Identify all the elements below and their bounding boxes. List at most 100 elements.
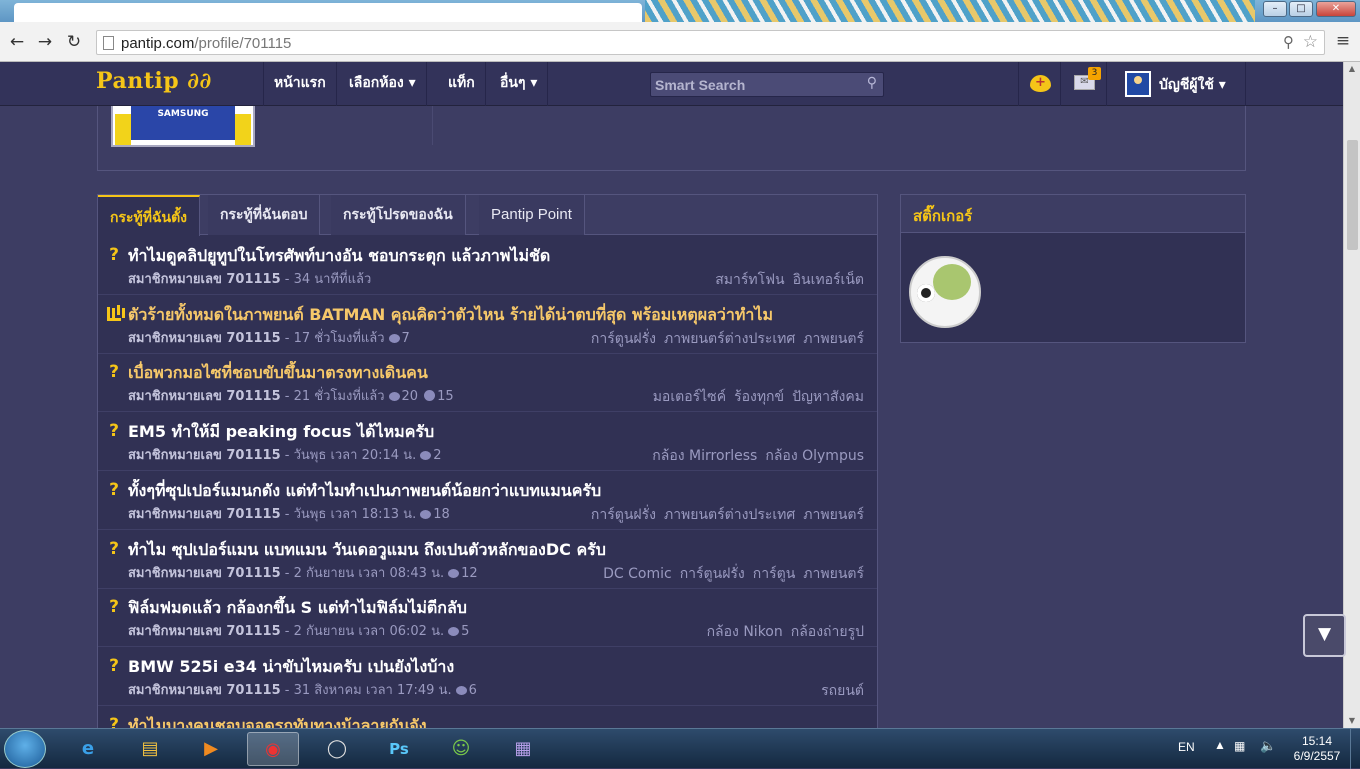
tag-link[interactable]: กล้อง Olympus [765,448,864,464]
topic-author[interactable]: สมาชิกหมายเลข 701115 [128,331,281,346]
tab-my-replies[interactable]: กระทู้ที่ฉันตอบ [208,195,321,235]
topic-row[interactable]: ? ทำไมบางคนชอบจอดรถทับทางม้าลายกันจัง [98,706,877,728]
tag-link[interactable]: ร้องทุกข์ [734,389,784,405]
tag-link[interactable]: ภาพยนตร์ [803,566,864,582]
tag-link[interactable]: อินเทอร์เน็ต [793,272,864,288]
tag-link[interactable]: กล้อง Mirrorless [652,448,757,464]
search-icon[interactable]: ⚲ [867,75,877,91]
topic-author[interactable]: สมาชิกหมายเลข 701115 [128,683,281,698]
nav-more[interactable]: อื่นๆ ▾ [490,62,549,106]
volume-icon[interactable]: 🔈 [1260,738,1276,754]
search-input[interactable] [651,73,851,96]
tag-link[interactable]: ภาพยนตร์ [803,507,864,523]
topic-author[interactable]: สมาชิกหมายเลข 701115 [128,507,281,522]
media-player-icon[interactable]: ▶ [185,732,237,766]
topic-author[interactable]: สมาชิกหมายเลข 701115 [128,389,281,404]
explorer-icon[interactable]: ▤ [124,732,176,766]
close-window-button[interactable]: ✕ [1316,1,1356,17]
clock[interactable]: 15:14 6/9/2557 [1286,734,1348,764]
topic-title[interactable]: ตัวร้ายทั้งหมดในภาพยนต์ BATMAN คุณคิดว่า… [128,303,868,328]
language-indicator[interactable]: EN [1178,740,1195,754]
topic-author[interactable]: สมาชิกหมายเลข 701115 [128,624,281,639]
mail-button[interactable]: ✉ 3 [1060,62,1106,106]
topic-row[interactable]: ? EM5 ทำให้มี peaking focus ได้ไหมครับ สมา… [98,412,877,472]
tab-my-topics[interactable]: กระทู้ที่ฉันตั้ง [98,195,201,236]
nav-tags[interactable]: แท็ก [438,62,486,106]
tag-link[interactable]: รถยนต์ [821,683,864,699]
forward-icon[interactable]: → [34,31,56,53]
topic-time: - 21 ชั่วโมงที่แล้ว [284,389,385,405]
tag-link[interactable]: สมาร์ทโฟน [715,272,784,288]
tray-arrow-icon[interactable]: ▲ [1214,738,1226,752]
topic-title[interactable]: ทำไมดูคลิปยูทูปในโทรศัพท์บางอัน ชอบกระตุ… [128,244,868,269]
bookmark-star-icon[interactable]: ☆ [1303,32,1318,52]
topic-author[interactable]: สมาชิกหมายเลข 701115 [128,272,281,287]
show-desktop-button[interactable] [1350,729,1360,769]
question-icon: ? [109,714,119,728]
winrar-icon[interactable]: ▦ [497,732,549,766]
tag-link[interactable]: การ์ตูนฝรั่ง [591,507,656,523]
topic-meta: สมาชิกหมายเลข 701115 - วันพุธ เวลา 20:14… [128,444,441,465]
ie-icon[interactable]: e [62,732,114,766]
account-menu[interactable]: บัญชีผู้ใช้ ▾ [1106,62,1246,106]
tag-link[interactable]: การ์ตูนฝรั่ง [591,331,656,347]
tag-link[interactable]: การ์ตูน [753,566,796,582]
tag-link[interactable]: DC Comic [603,566,672,582]
maximize-button[interactable]: □ [1289,1,1313,17]
comment-icon [448,627,460,637]
topic-title[interactable]: ทั้งๆที่ซุปเปอร์แมนกดัง แต่ทำไมทำเปนภาพย… [128,479,868,504]
browser-menu-icon[interactable]: ≡ [1333,31,1353,51]
sticker-image[interactable] [909,256,981,328]
topic-tags: การ์ตูนฝรั่ง ภาพยนตร์ต่างประเทศ ภาพยนตร์ [583,504,864,526]
topic-author[interactable]: สมาชิกหมายเลข 701115 [128,566,281,581]
tag-link[interactable]: ภาพยนตร์ต่างประเทศ [664,331,795,347]
topic-title[interactable]: ทำไม ซุปเปอร์แมน แบทแมน วันเดอวูแมน ถึงเ… [128,538,868,563]
topic-row[interactable]: ? ฟิล์มฟมดแล้ว กล้องกขึ้น S แต่ทำไมฟิล์มไ… [98,588,877,648]
profile-avatar[interactable]: SAMSUNG [111,104,255,147]
topic-row[interactable]: ตัวร้ายทั้งหมดในภาพยนต์ BATMAN คุณคิดว่า… [98,295,877,354]
messenger-icon[interactable]: ☺ [435,732,487,766]
chat-button[interactable]: + [1018,62,1060,106]
topic-title[interactable]: ทำไมบางคนชอบจอดรถทับทางม้าลายกันจัง [128,714,868,728]
tag-link[interactable]: ปัญหาสังคม [792,389,864,405]
topic-title[interactable]: BMW 525i e34 น่าขับไหมครับ เปนยังไงบ้าง [128,655,868,680]
tag-link[interactable]: ภาพยนตร์ [803,331,864,347]
back-icon[interactable]: ← [6,31,28,53]
topic-row[interactable]: ? ทำไมดูคลิปยูทูปในโทรศัพท์บางอัน ชอบกระต… [98,236,877,295]
chrome-icon[interactable]: ◉ [247,732,299,766]
sticker-panel: สติ๊กเกอร์ [900,194,1246,343]
topic-row[interactable]: ? ทำไม ซุปเปอร์แมน แบทแมน วันเดอวูแมน ถึง… [98,530,877,589]
app-icon[interactable]: ◯ [311,732,363,766]
topic-row[interactable]: ? BMW 525i e34 น่าขับไหมครับ เปนยังไงบ้าง… [98,647,877,706]
nav-choose-room[interactable]: เลือกห้อง ▾ [339,62,427,106]
url-input[interactable]: pantip.com/profile/701115 ⚲ ☆ [96,30,1325,55]
scroll-up-icon[interactable]: ▲ [1344,62,1360,76]
tab-favorites[interactable]: กระทู้โปรดของฉัน [331,195,466,235]
topic-author[interactable]: สมาชิกหมายเลข 701115 [128,448,281,463]
tag-link[interactable]: กล้อง Nikon [707,624,783,640]
topic-title[interactable]: เบื่อพวกมอไซที่ชอบขับขึ้นมาตรงทางเดินคน [128,361,868,386]
minimize-button[interactable]: – [1263,1,1287,17]
topic-row[interactable]: ? ทั้งๆที่ซุปเปอร์แมนกดัง แต่ทำไมทำเปนภาพ… [98,471,877,530]
scrollbar-thumb[interactable] [1347,140,1358,250]
topic-title[interactable]: ฟิล์มฟมดแล้ว กล้องกขึ้น S แต่ทำไมฟิล์มไม… [128,596,868,621]
scroll-to-bottom-button[interactable]: ▼ [1303,614,1346,657]
topic-title[interactable]: EM5 ทำให้มี peaking focus ได้ไหมครับ [128,420,868,445]
pantip-logo[interactable]: Pantip ∂∂ [96,68,212,94]
url-path: /profile/701115 [194,35,292,52]
reload-icon[interactable]: ↻ [63,31,85,53]
tag-link[interactable]: กล้องถ่ายรูป [791,624,864,640]
tag-link[interactable]: การ์ตูนฝรั่ง [680,566,745,582]
photoshop-icon[interactable]: Ps [373,732,425,766]
nav-home[interactable]: หน้าแรก [263,62,337,106]
scroll-down-icon[interactable]: ▼ [1344,714,1360,728]
tab-pantip-point[interactable]: Pantip Point [479,195,585,235]
tag-link[interactable]: มอเตอร์ไซค์ [653,389,726,405]
zoom-icon[interactable]: ⚲ [1283,33,1294,51]
topic-time: - 34 นาทีที่แล้ว [284,272,372,287]
tag-link[interactable]: ภาพยนตร์ต่างประเทศ [664,507,795,523]
topic-row[interactable]: ? เบื่อพวกมอไซที่ชอบขับขึ้นมาตรงทางเดินคน… [98,353,877,413]
browser-tab-strip[interactable] [14,3,642,22]
network-icon[interactable]: ▦ [1234,739,1245,753]
windows-start-icon[interactable] [4,730,46,768]
